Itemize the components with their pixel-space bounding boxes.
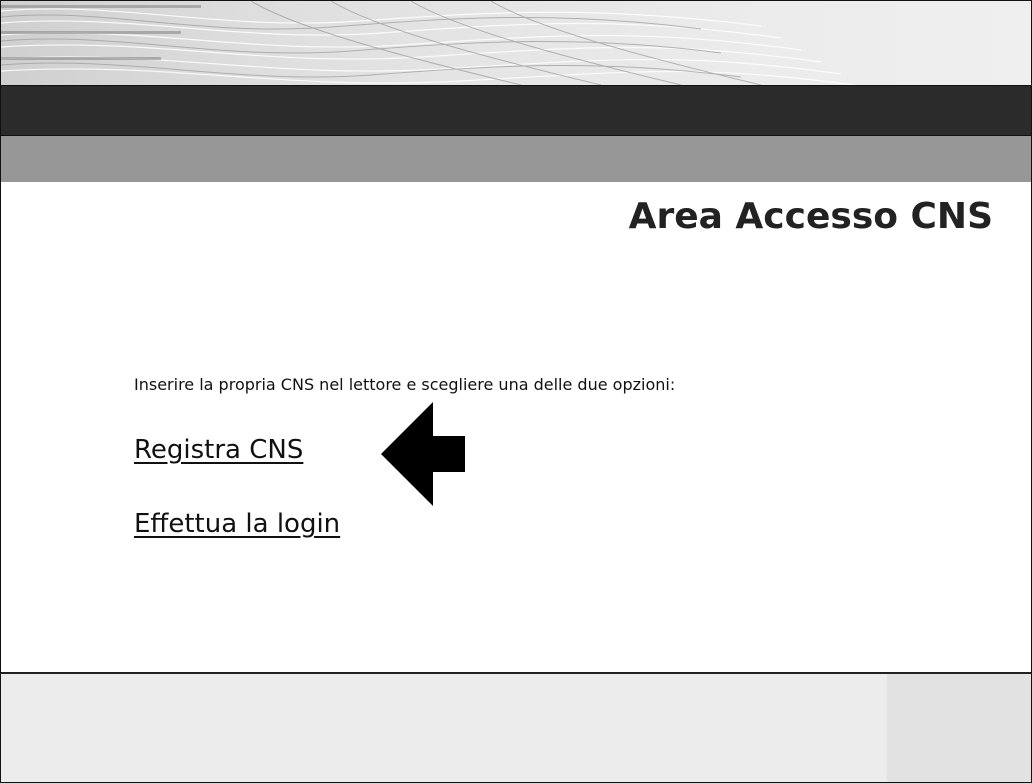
- banner-wave-pattern: [1, 1, 859, 85]
- header-banner: [1, 1, 1031, 85]
- left-arrow-icon: [381, 402, 465, 506]
- register-cns-link[interactable]: Registra CNS: [134, 435, 303, 465]
- top-dark-bar: [1, 85, 1031, 136]
- page-title: Area Accesso CNS: [628, 196, 993, 237]
- login-link[interactable]: Effettua la login: [134, 509, 340, 539]
- main-content: Area Accesso CNS Inserire la propria CNS…: [1, 182, 1031, 672]
- page-frame: Area Accesso CNS Inserire la propria CNS…: [0, 0, 1032, 783]
- instructions-text: Inserire la propria CNS nel lettore e sc…: [134, 375, 676, 394]
- page-footer: [1, 672, 1031, 782]
- top-gray-bar: [1, 136, 1031, 182]
